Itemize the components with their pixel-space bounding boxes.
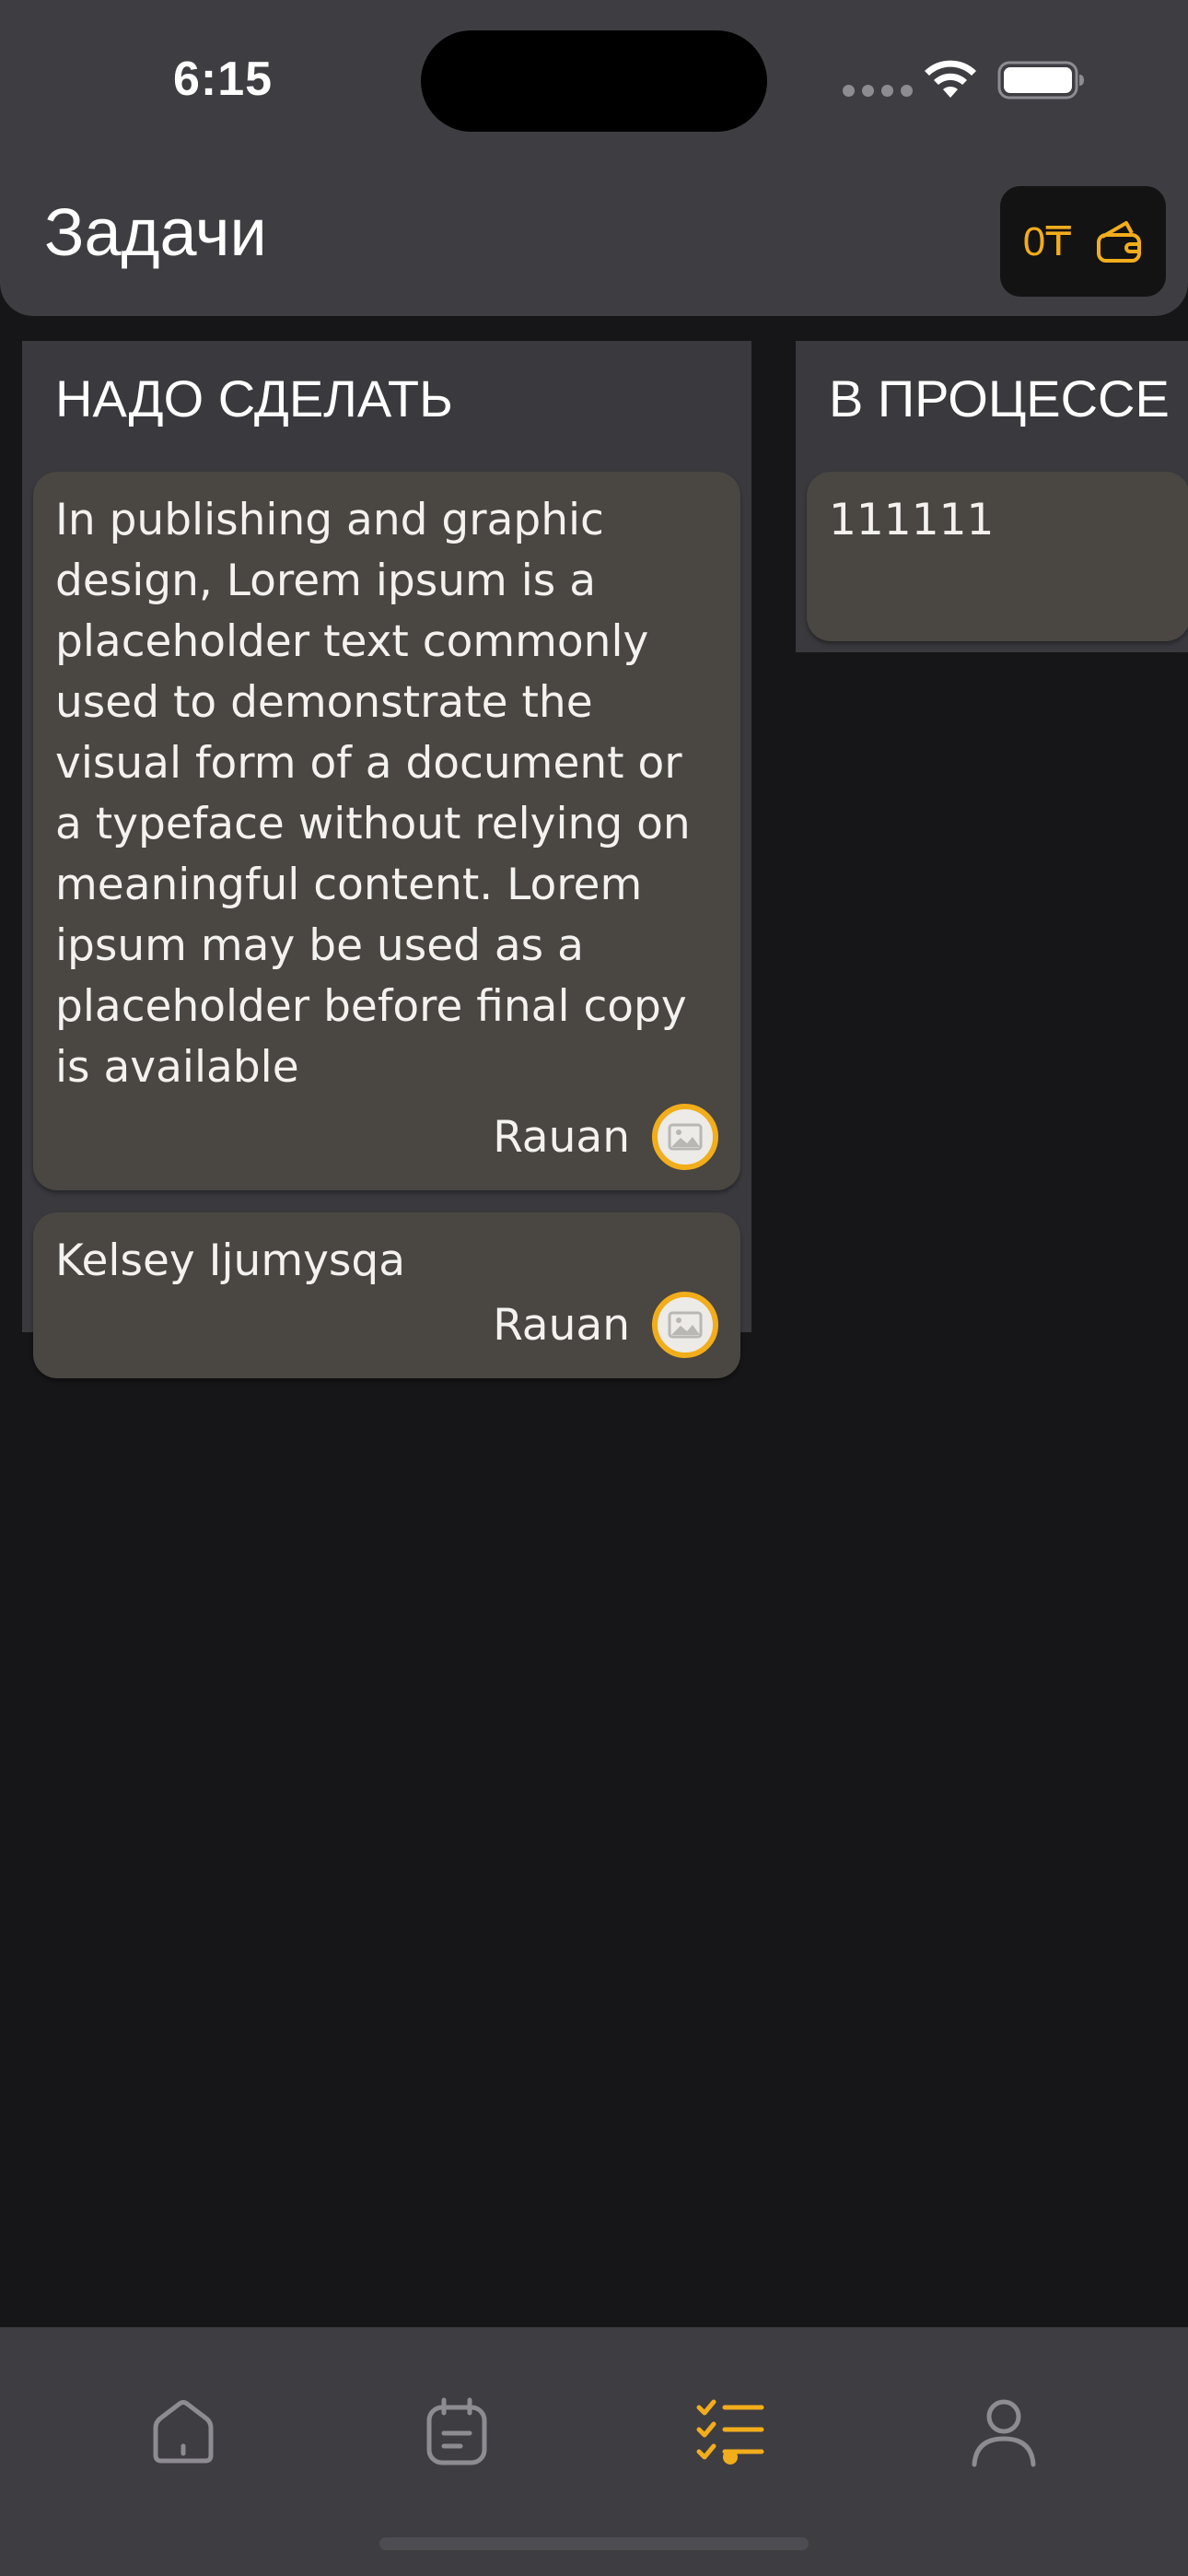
tab-calendar[interactable] [388,2362,526,2500]
active-tab-indicator [723,2450,738,2465]
assignee-name: Rauan [493,1299,630,1351]
tab-home[interactable] [114,2362,252,2500]
cellular-signal-icon [843,85,913,97]
profile-icon [972,2399,1036,2467]
home-indicator[interactable] [379,2537,809,2550]
task-card[interactable]: In publishing and graphic design, Lorem … [33,472,740,1190]
avatar [652,1104,718,1170]
page-title: Задачи [44,196,267,270]
task-text: Kelsey Ijumysqa [55,1235,406,1286]
task-card[interactable]: Kelsey Ijumysqa Rauan [33,1212,740,1378]
column-title: НАДО СДЕЛАТЬ [55,369,453,427]
wallet-icon [1097,221,1142,263]
column-todo: НАДО СДЕЛАТЬ In publishing and graphic d… [22,341,751,1378]
wallet-button[interactable]: 0₸ [1000,186,1166,297]
home-icon [153,2400,214,2464]
column-in-progress: В ПРОЦЕССЕ 111111 [796,341,1188,652]
status-time: 6:15 [173,53,274,106]
screen: 6:15 Задачи 0₸ НАДО СДЕЛАТЬ In publishin… [0,0,1188,2576]
calendar-note-icon [426,2397,487,2465]
task-text: In publishing and graphic design, Lorem … [55,495,691,1093]
assignee-name: Rauan [493,1111,630,1163]
task-card[interactable]: 111111 [807,472,1188,641]
battery-icon [997,61,1084,100]
wifi-icon [925,60,976,98]
column-title: В ПРОЦЕССЕ [829,369,1170,427]
tab-profile[interactable] [935,2362,1073,2500]
image-placeholder-icon [668,1123,703,1151]
dynamic-island [421,30,767,132]
header: 6:15 Задачи 0₸ [0,0,1188,316]
task-footer: Rauan [55,1292,718,1358]
task-footer: Rauan [55,1104,718,1170]
avatar [652,1292,718,1358]
image-placeholder-icon [668,1311,703,1339]
wallet-balance: 0₸ [1022,218,1072,264]
task-text: 111111 [829,495,995,545]
tab-tasks[interactable] [661,2362,799,2500]
